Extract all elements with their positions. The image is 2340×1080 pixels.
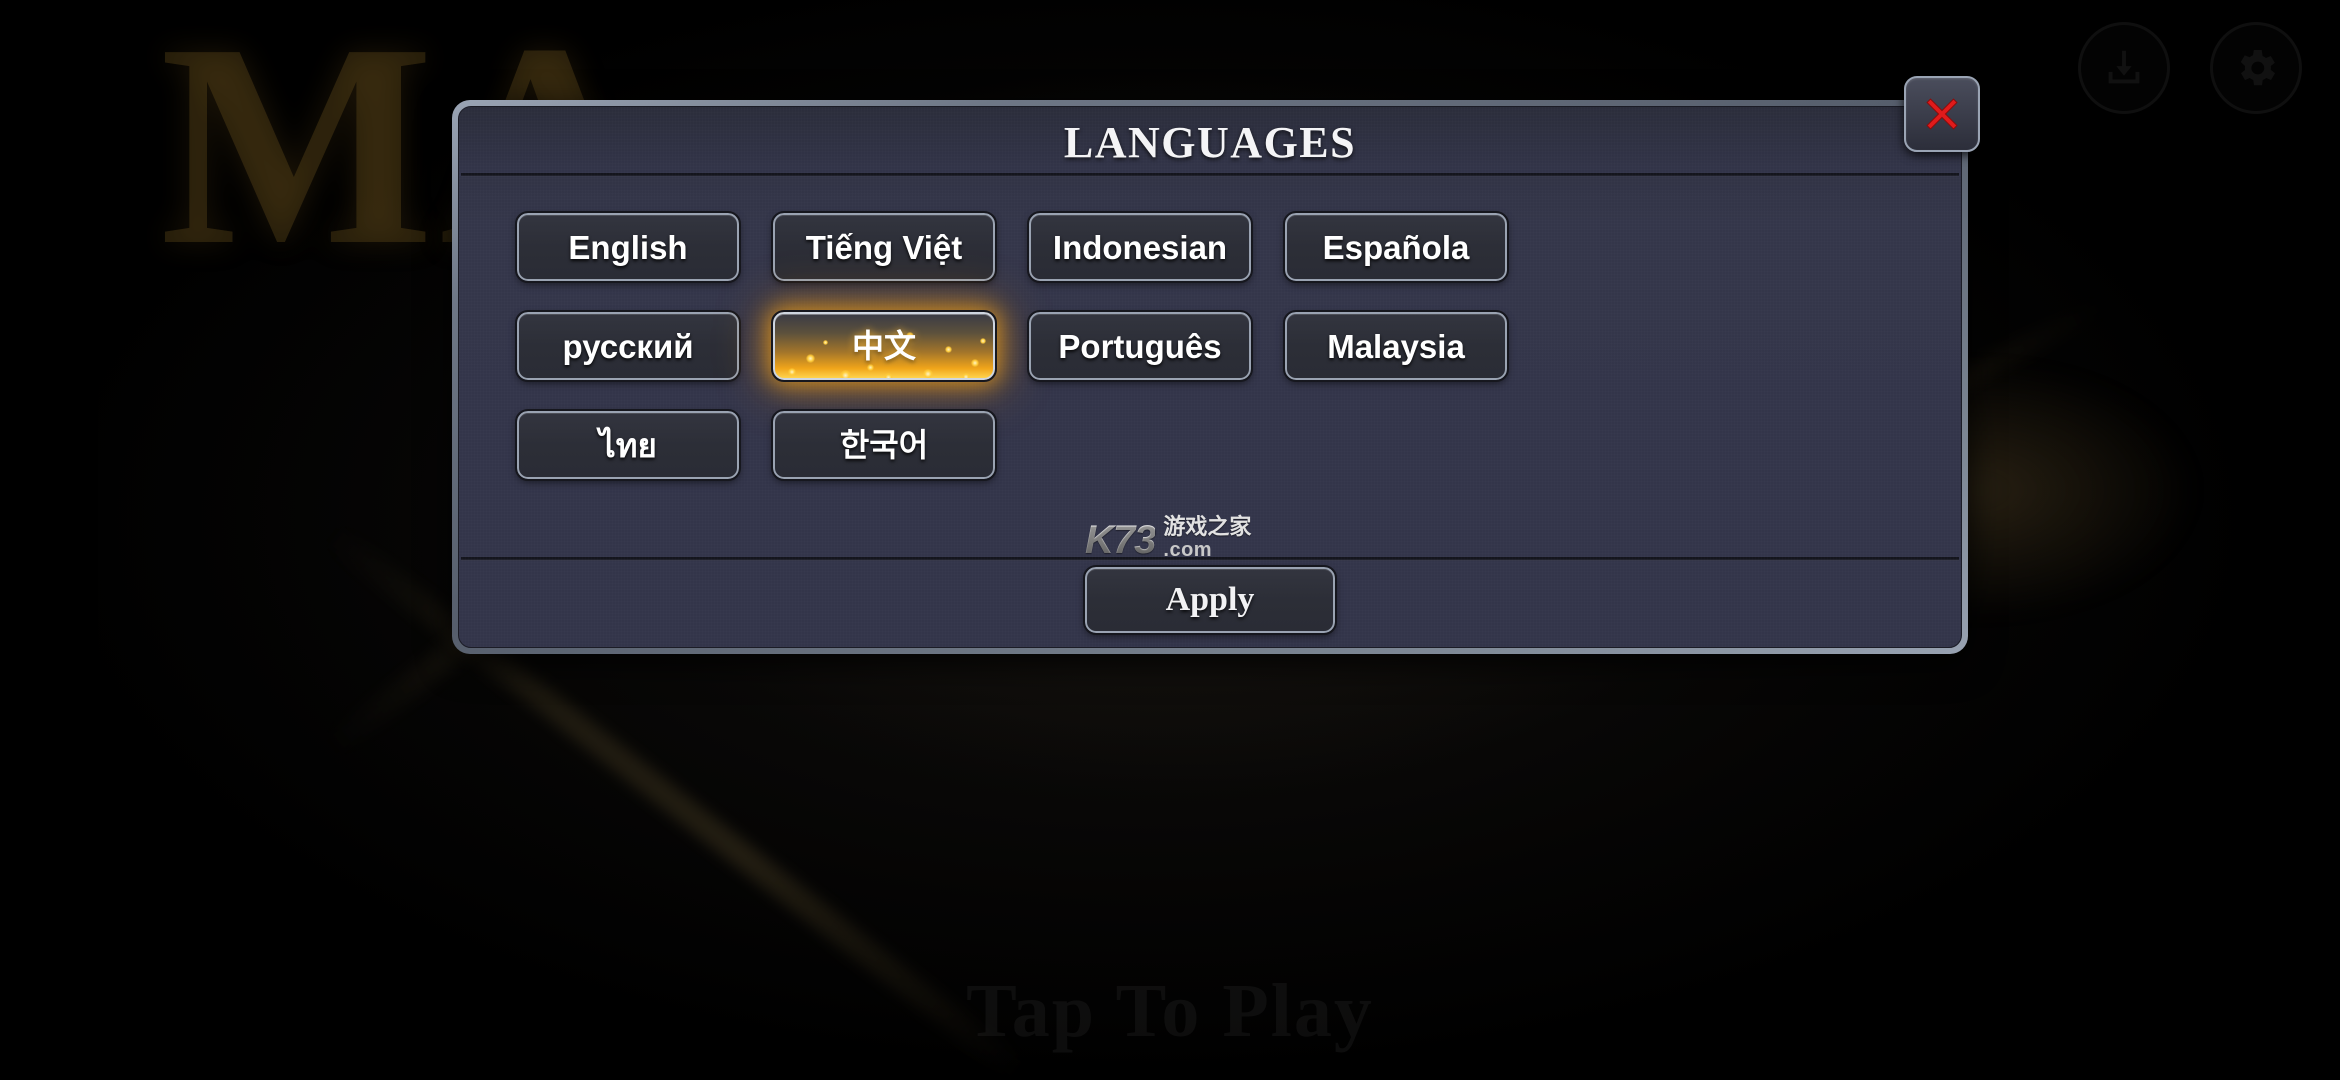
dialog-inner-panel: LANGUAGES English Tiếng Việt Indonesian Esp… xyxy=(458,106,1962,648)
language-button[interactable]: Indonesian xyxy=(1027,211,1253,283)
download-icon xyxy=(2101,45,2147,91)
close-icon xyxy=(1919,91,1965,137)
settings-button[interactable] xyxy=(2210,22,2302,114)
language-button-label: Português xyxy=(1058,327,1222,365)
dialog-body: English Tiếng Việt Indonesian Española русск… xyxy=(459,177,1961,481)
language-button[interactable]: русский xyxy=(515,310,741,382)
dialog-header: LANGUAGES xyxy=(459,107,1961,177)
sparkle-icon xyxy=(945,346,953,353)
language-button-label: 中文 xyxy=(851,328,916,364)
language-button[interactable]: Malaysia xyxy=(1283,310,1509,382)
sparkle-icon xyxy=(884,372,893,378)
screen-left-letterbox xyxy=(0,0,98,1080)
language-button[interactable]: 中文 xyxy=(771,310,997,382)
tap-to-play-label: Tap To Play xyxy=(966,969,1374,1053)
sparkle-icon xyxy=(971,358,980,367)
language-button-label: русский xyxy=(562,327,694,365)
download-button[interactable] xyxy=(2078,22,2170,114)
app-root: MA Tap To Play LANGUAGES English Tiếng V… xyxy=(0,0,2340,1080)
language-button[interactable]: Española xyxy=(1283,211,1509,283)
language-button-label: 한국어 xyxy=(839,427,929,463)
top-right-toolbar xyxy=(2078,22,2302,114)
language-button-label: Española xyxy=(1322,228,1470,266)
language-button-label: Indonesian xyxy=(1052,228,1228,266)
language-button-label: English xyxy=(568,228,688,266)
language-button[interactable]: ไทย xyxy=(515,409,741,481)
dialog-footer: Apply xyxy=(459,561,1961,647)
dialog-title: LANGUAGES xyxy=(1063,117,1357,167)
apply-button[interactable]: Apply xyxy=(1083,565,1337,635)
language-button-label: Malaysia xyxy=(1327,327,1465,365)
language-grid: English Tiếng Việt Indonesian Española русск… xyxy=(515,211,1903,481)
sparkle-icon xyxy=(923,369,934,378)
sparkle-icon xyxy=(788,367,797,376)
language-button-label: ไทย xyxy=(599,426,657,464)
screen-right-letterbox xyxy=(2332,0,2340,1080)
sparkle-icon xyxy=(979,338,986,345)
sparkle-icon xyxy=(840,370,852,378)
language-button[interactable]: English xyxy=(515,211,741,283)
language-button[interactable]: Tiếng Việt xyxy=(771,211,997,283)
language-button[interactable]: 한국어 xyxy=(771,409,997,481)
close-button[interactable] xyxy=(1904,76,1980,152)
sparkle-icon xyxy=(822,339,828,345)
sparkle-icon xyxy=(805,353,815,363)
sparkle-icon xyxy=(866,363,874,371)
languages-dialog: LANGUAGES English Tiếng Việt Indonesian Esp… xyxy=(452,76,1980,654)
language-button-label: Tiếng Việt xyxy=(805,228,963,266)
sparkle-icon xyxy=(962,372,971,378)
gear-icon xyxy=(2232,44,2280,92)
apply-button-label: Apply xyxy=(1165,581,1255,618)
language-button[interactable]: Português xyxy=(1027,310,1253,382)
